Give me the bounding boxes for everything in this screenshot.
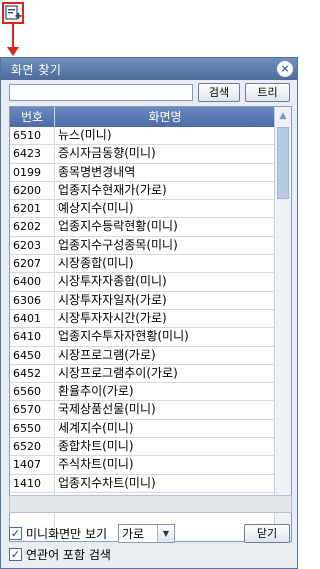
row-name: 시장투자자시간(가로) — [58, 310, 167, 325]
row-code: 6401 — [13, 311, 41, 325]
row-name: 예상지수(미니) — [58, 201, 134, 216]
mini-only-label: 미니화면만 보기 — [26, 527, 108, 541]
list-row[interactable]: 6400 시장투자자종합(미니) — [10, 273, 275, 292]
row-name: 주식차트(미니) — [58, 457, 134, 472]
row-code: 6560 — [13, 385, 41, 399]
list-row[interactable]: 1407 주식차트(미니) — [10, 456, 275, 475]
list-row[interactable]: 6560 환율추이(가로) — [10, 383, 275, 402]
row-name: 시장프로그램(가로) — [58, 347, 156, 362]
screen-list: 번호 화면명 6510 뉴스(미니) 6423 증시자금동향(미니) 0199 종목명… — [9, 106, 292, 542]
list-row[interactable]: 6520 종합차트(미니) — [10, 438, 275, 457]
row-code: 6450 — [13, 348, 41, 362]
search-input[interactable] — [9, 84, 193, 101]
row-code: 6200 — [13, 183, 41, 197]
chevron-down-icon[interactable]: ▼ — [157, 525, 174, 542]
row-code: 6201 — [13, 202, 41, 216]
row-code: 6400 — [13, 275, 41, 289]
tree-button[interactable]: 트리 — [245, 83, 290, 102]
column-header-code[interactable]: 번호 — [10, 107, 55, 127]
row-name: 종목명변경내역 — [58, 164, 136, 179]
row-name: 시장투자자종합(미니) — [58, 274, 167, 289]
scroll-thumb[interactable] — [277, 127, 289, 199]
view-mode-value: 가로 — [122, 527, 145, 541]
row-code: 6423 — [13, 147, 41, 161]
window-title: 화면 찾기 — [11, 63, 62, 77]
title-bar[interactable]: 화면 찾기 × — [1, 58, 297, 80]
list-row[interactable]: 6452 시장프로그램추이(가로) — [10, 365, 275, 384]
row-code: 6570 — [13, 403, 41, 417]
row-name: 업종지수현재가(가로) — [58, 182, 167, 197]
row-name: 시장프로그램추이(가로) — [58, 365, 178, 380]
list-row[interactable]: 6423 증시자금동향(미니) — [10, 145, 275, 164]
row-code: 6207 — [13, 257, 41, 271]
row-code: 6410 — [13, 330, 41, 344]
list-row[interactable]: 0199 종목명변경내역 — [10, 164, 275, 182]
row-code: 0199 — [13, 165, 41, 179]
list-row[interactable]: 6450 시장프로그램(가로) — [10, 347, 275, 365]
search-button[interactable]: 검색 — [198, 83, 240, 102]
row-name: 증시자금동향(미니) — [58, 146, 156, 161]
list-row[interactable]: 6207 시장종합(미니) — [10, 255, 275, 274]
list-row[interactable]: 6401 시장투자자시간(가로) — [10, 310, 275, 329]
row-name: 뉴스(미니) — [58, 128, 112, 142]
row-code: 6520 — [13, 440, 41, 454]
scroll-up-icon[interactable]: ▲ — [275, 109, 291, 123]
row-name: 국제상품선물(미니) — [58, 402, 156, 417]
list-rows: 6510 뉴스(미니) 6423 증시자금동향(미니) 0199 종목명변경내역 62… — [10, 127, 275, 493]
screen-search-window: 화면 찾기 × 검색 트리 번호 화면명 6510 뉴스(미니) 6423 증시자금… — [0, 57, 298, 569]
row-name: 업종지수투자자현황(미니) — [58, 329, 189, 344]
row-code: 6306 — [13, 293, 41, 307]
include-related-checkbox[interactable]: ✓ — [9, 548, 22, 561]
list-row[interactable]: 6306 시장투자자일자(가로) — [10, 292, 275, 310]
arrow-down-icon — [7, 47, 19, 56]
list-row[interactable]: 6570 국제상품선물(미니) — [10, 401, 275, 420]
row-name: 업종지수차트(미니) — [58, 475, 156, 490]
include-related-label: 연관어 포함 검색 — [26, 548, 111, 562]
row-name: 업종지수등락현황(미니) — [58, 219, 178, 234]
close-icon[interactable]: × — [277, 61, 293, 77]
column-header-name[interactable]: 화면명 — [55, 107, 275, 127]
row-code: 6510 — [13, 129, 41, 142]
new-window-icon[interactable] — [2, 2, 24, 24]
list-row[interactable]: 6550 세계지수(미니) — [10, 420, 275, 439]
row-name: 업종지수구성종목(미니) — [58, 237, 178, 252]
vertical-scrollbar[interactable]: ▲ ▼ — [274, 107, 291, 541]
list-row[interactable]: 6410 업종지수투자자현황(미니) — [10, 328, 275, 347]
list-row[interactable]: 6201 예상지수(미니) — [10, 200, 275, 219]
row-code: 6452 — [13, 366, 41, 380]
list-row[interactable]: 6510 뉴스(미니) — [10, 127, 275, 146]
close-button[interactable]: 닫기 — [244, 524, 290, 543]
row-code: 6203 — [13, 238, 41, 252]
row-name: 종합차트(미니) — [58, 439, 134, 454]
row-name: 시장투자자일자(가로) — [58, 292, 167, 307]
status-field — [9, 495, 292, 513]
list-row[interactable]: 6200 업종지수현재가(가로) — [10, 182, 275, 201]
view-mode-select[interactable]: 가로 ▼ — [118, 524, 175, 543]
list-row[interactable]: 6202 업종지수등락현황(미니) — [10, 218, 275, 237]
row-code: 1410 — [13, 476, 41, 490]
row-name: 환율추이(가로) — [58, 384, 134, 399]
row-name: 세계지수(미니) — [58, 420, 134, 435]
row-code: 6550 — [13, 421, 41, 435]
row-code: 6202 — [13, 220, 41, 234]
row-code: 1407 — [13, 458, 41, 472]
annotation-arrow-line — [12, 24, 14, 49]
mini-only-checkbox[interactable]: ✓ — [9, 527, 22, 540]
list-header: 번호 화면명 — [10, 107, 275, 127]
list-row[interactable]: 1410 업종지수차트(미니) — [10, 475, 275, 493]
row-name: 시장종합(미니) — [58, 256, 134, 271]
list-row[interactable]: 6203 업종지수구성종목(미니) — [10, 237, 275, 256]
